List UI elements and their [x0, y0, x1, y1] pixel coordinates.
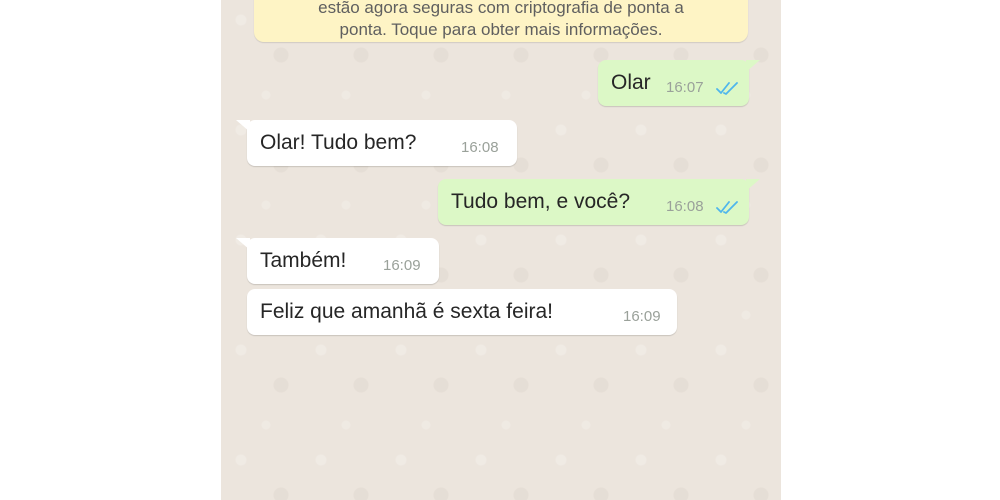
message-text: Feliz que amanhã é sexta feira! [260, 300, 553, 323]
encryption-notice-banner[interactable]: estão agora seguras com criptografia de … [254, 0, 748, 42]
message-text: Olar [611, 71, 651, 94]
message-time: 16:09 [623, 308, 661, 325]
message-time: 16:08 [461, 139, 499, 156]
incoming-message-bubble[interactable]: Também! 16:09 [236, 238, 439, 284]
message-time: 16:08 [666, 198, 704, 215]
encryption-notice-line-1: estão agora seguras com criptografia de … [318, 0, 684, 17]
incoming-message-bubble[interactable]: Olar! Tudo bem? 16:08 [236, 120, 517, 166]
message-time: 16:09 [383, 257, 421, 274]
double-check-icon [716, 82, 738, 95]
message-text: Tudo bem, e você? [451, 190, 630, 213]
outgoing-message-bubble[interactable]: Tudo bem, e você? 16:08 [438, 179, 760, 225]
chat-window: estão agora seguras com criptografia de … [221, 0, 781, 500]
message-text: Olar! Tudo bem? [260, 131, 417, 154]
double-check-icon [716, 201, 738, 214]
incoming-message-bubble[interactable]: Feliz que amanhã é sexta feira! 16:09 [247, 289, 677, 335]
outgoing-message-bubble[interactable]: Olar 16:07 [598, 60, 760, 106]
message-time: 16:07 [666, 79, 704, 96]
encryption-notice-line-2: ponta. Toque para obter mais informações… [339, 20, 663, 39]
message-text: Também! [260, 249, 347, 272]
